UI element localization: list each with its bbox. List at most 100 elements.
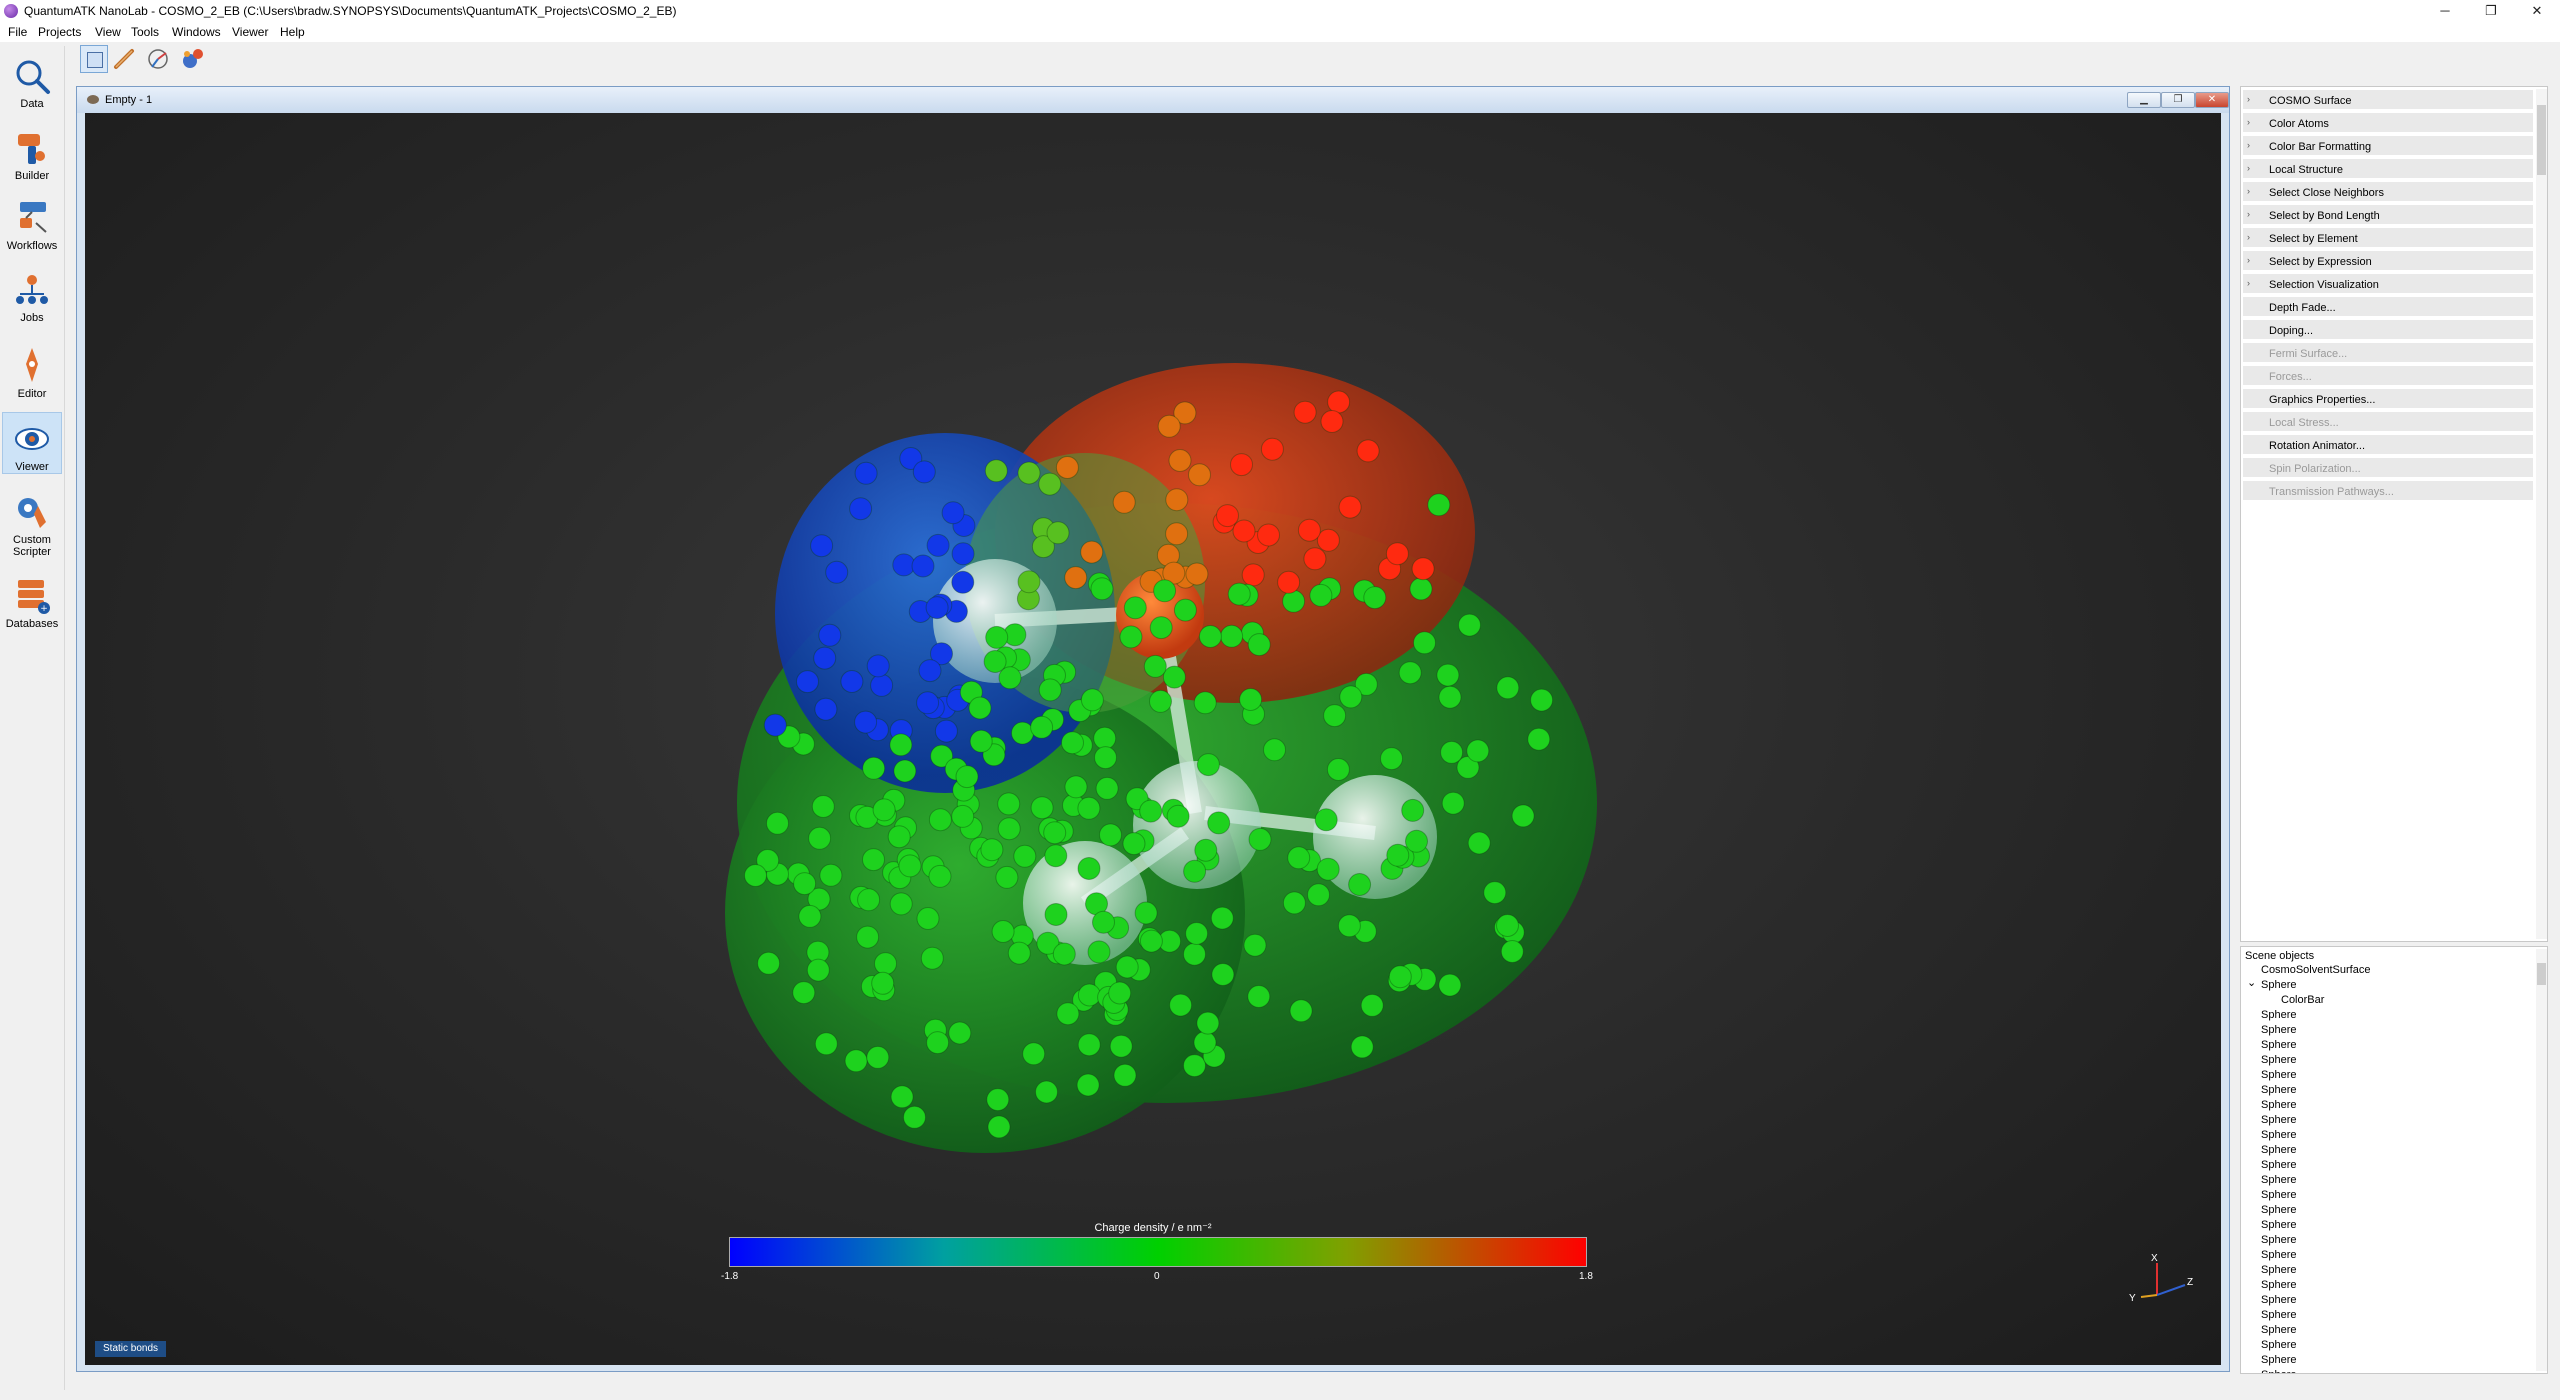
surface-point-sphere xyxy=(1030,715,1054,739)
plugin-item[interactable]: › Select by Element xyxy=(2243,228,2533,249)
scene-object-item[interactable]: Sphere xyxy=(2261,1324,2296,1336)
plugin-item[interactable]: › Color Bar Formatting xyxy=(2243,136,2533,157)
surface-point-sphere xyxy=(1413,631,1436,655)
plugin-item[interactable]: › Select Close Neighbors xyxy=(2243,182,2533,203)
scene-object-item[interactable]: Sphere xyxy=(2261,1174,2296,1186)
scrollbar-thumb[interactable] xyxy=(2537,105,2546,175)
scrollbar-thumb[interactable] xyxy=(2537,963,2546,985)
scene-object-item[interactable]: Sphere xyxy=(2261,1024,2296,1036)
viewer-close-button[interactable]: ✕ xyxy=(2195,92,2229,108)
scene-object-item[interactable]: Sphere xyxy=(2261,1339,2296,1351)
scene-object-item[interactable]: Sphere xyxy=(2261,1354,2296,1366)
plugin-panel-scrollbar[interactable] xyxy=(2536,89,2547,939)
chevron-right-icon[interactable]: › xyxy=(2247,94,2250,104)
plugin-item[interactable]: Depth Fade... xyxy=(2243,297,2533,318)
plugin-item[interactable]: Graphics Properties... xyxy=(2243,389,2533,410)
scene-object-item[interactable]: CosmoSolventSurface xyxy=(2261,964,2370,976)
viewer-minimize-button[interactable]: ▁ xyxy=(2127,92,2161,108)
menu-windows[interactable]: Windows xyxy=(172,25,221,39)
scene-object-item[interactable]: ColorBar xyxy=(2281,994,2324,1006)
sidebar-item-data[interactable]: Data xyxy=(2,50,62,110)
scene-object-item[interactable]: Sphere xyxy=(2261,1009,2296,1021)
measure-tool-button[interactable] xyxy=(110,45,138,73)
plugin-item[interactable]: › Select by Bond Length xyxy=(2243,205,2533,226)
sidebar-item-custom-scripter[interactable]: Custom Scripter xyxy=(2,486,62,558)
chevron-right-icon[interactable]: › xyxy=(2247,255,2250,265)
scene-object-item[interactable]: Sphere xyxy=(2261,1129,2296,1141)
surface-point-sphere xyxy=(862,756,886,780)
rotate-tool-button[interactable] xyxy=(144,45,172,73)
minimize-button[interactable]: ─ xyxy=(2422,0,2468,22)
plugin-item-label: Select by Expression xyxy=(2269,256,2372,268)
menu-file[interactable]: File xyxy=(8,25,27,39)
scene-object-item[interactable]: Sphere xyxy=(2261,1159,2296,1171)
surface-point-sphere xyxy=(825,560,849,584)
scene-object-item[interactable]: Sphere xyxy=(2261,1039,2296,1051)
plugin-item[interactable]: Rotation Animator... xyxy=(2243,435,2533,456)
chevron-right-icon[interactable]: › xyxy=(2247,232,2250,242)
menu-view[interactable]: View xyxy=(95,25,121,39)
sidebar-item-editor[interactable]: Editor xyxy=(2,340,62,400)
plugin-item[interactable]: › Selection Visualization xyxy=(2243,274,2533,295)
chevron-right-icon[interactable]: › xyxy=(2247,186,2250,196)
surface-point-sphere xyxy=(1064,566,1088,590)
scene-object-item[interactable]: Sphere xyxy=(2261,1294,2296,1306)
plugin-item[interactable]: Doping... xyxy=(2243,320,2533,341)
menu-projects[interactable]: Projects xyxy=(38,25,81,39)
surface-point-sphere xyxy=(1247,985,1271,1008)
sidebar-item-workflows[interactable]: Workflows xyxy=(2,192,62,252)
sidebar-item-jobs[interactable]: Jobs xyxy=(2,264,62,324)
static-bonds-badge[interactable]: Static bonds xyxy=(95,1341,167,1357)
scene-object-item[interactable]: Sphere xyxy=(2261,1084,2296,1096)
viewer-restore-button[interactable]: ❐ xyxy=(2161,92,2195,108)
viewer-titlebar: Empty - 1 ▁ ❐ ✕ xyxy=(77,87,2229,113)
surface-point-sphere xyxy=(1339,685,1363,709)
chevron-right-icon[interactable]: › xyxy=(2247,278,2250,288)
close-window-button[interactable]: ✕ xyxy=(2514,0,2560,22)
scene-object-item[interactable]: Sphere xyxy=(2261,1219,2296,1231)
scene-object-item[interactable]: Sphere xyxy=(2261,1144,2296,1156)
surface-point-sphere xyxy=(1188,463,1211,487)
scene-object-label: Sphere xyxy=(2261,1099,2297,1111)
chevron-right-icon[interactable]: › xyxy=(2247,209,2250,219)
menu-help[interactable]: Help xyxy=(280,25,305,39)
scene-object-item[interactable]: Sphere xyxy=(2261,1234,2296,1246)
scene-object-item[interactable]: Sphere xyxy=(2261,1279,2296,1291)
surface-point-sphere xyxy=(1230,453,1253,477)
chevron-right-icon[interactable]: › xyxy=(2247,117,2250,127)
scene-object-item[interactable]: Sphere xyxy=(2261,1249,2296,1261)
scene-object-item[interactable]: Sphere xyxy=(2261,1114,2296,1126)
sidebar-item-viewer[interactable]: Viewer xyxy=(2,412,62,474)
surface-point-sphere xyxy=(811,795,835,818)
scene-objects-scrollbar[interactable] xyxy=(2536,949,2547,1371)
surface-point-sphere xyxy=(1263,738,1286,762)
scene-object-item[interactable]: ⌄ Sphere xyxy=(2247,977,2296,991)
sidebar-item-databases[interactable]: + Databases xyxy=(2,570,62,630)
scene-object-item[interactable]: Sphere xyxy=(2261,1204,2296,1216)
scene-object-item[interactable]: Sphere xyxy=(2261,1189,2296,1201)
scene-object-item[interactable]: Sphere xyxy=(2261,1099,2296,1111)
plugin-item[interactable]: › COSMO Surface xyxy=(2243,90,2533,111)
chevron-down-icon[interactable]: ⌄ xyxy=(2247,976,2256,989)
scene-object-item[interactable]: Sphere xyxy=(2261,1369,2296,1373)
scene-object-item[interactable]: Sphere xyxy=(2261,1309,2296,1321)
select-tool-button[interactable] xyxy=(80,45,108,73)
menu-viewer[interactable]: Viewer xyxy=(232,25,268,39)
plugin-item[interactable]: › Local Structure xyxy=(2243,159,2533,180)
surface-point-sphere xyxy=(1183,859,1207,883)
sidebar-item-builder[interactable]: Builder xyxy=(2,122,62,182)
chevron-right-icon[interactable]: › xyxy=(2247,140,2250,150)
restore-button[interactable]: ❐ xyxy=(2468,0,2514,22)
scene-object-item[interactable]: Sphere xyxy=(2261,1054,2296,1066)
visualize-tool-button[interactable] xyxy=(178,45,206,73)
scene-object-item[interactable]: Sphere xyxy=(2261,1264,2296,1276)
scene-object-item[interactable]: Sphere xyxy=(2261,1069,2296,1081)
surface-point-sphere xyxy=(1077,796,1101,820)
3d-viewport[interactable]: Charge density / e nm⁻² -1.8 0 1.8 X Z Y… xyxy=(85,113,2221,1365)
chevron-right-icon[interactable]: › xyxy=(2247,163,2250,173)
plugin-item[interactable]: › Select by Expression xyxy=(2243,251,2533,272)
surface-point-sphere xyxy=(991,920,1015,943)
plugin-item[interactable]: › Color Atoms xyxy=(2243,113,2533,134)
surface-point-sphere xyxy=(872,798,896,822)
menu-tools[interactable]: Tools xyxy=(131,25,159,39)
